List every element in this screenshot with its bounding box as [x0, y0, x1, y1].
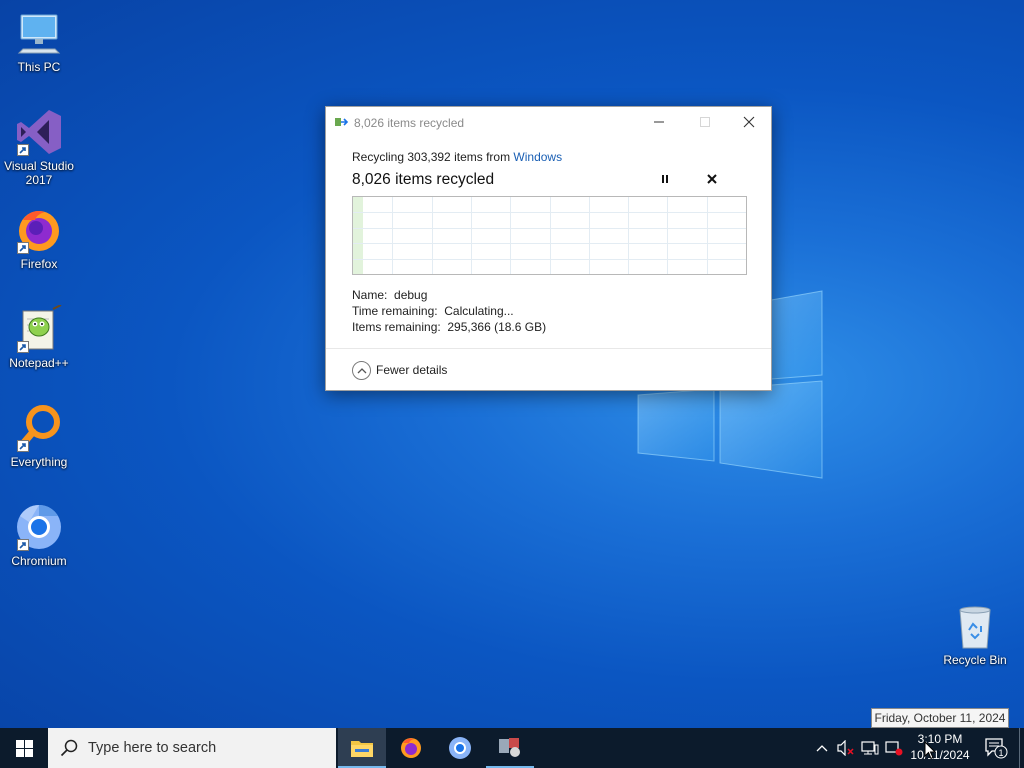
notification-count: 1 [998, 748, 1003, 758]
desktop-icon-firefox[interactable]: Firefox [1, 206, 77, 271]
firefox-icon [401, 738, 421, 758]
dialog-title: 8,026 items recycled [354, 116, 465, 130]
volume-muted-icon [837, 740, 854, 756]
show-desktop-button[interactable] [1019, 728, 1024, 768]
progress-graph [352, 196, 747, 275]
minimize-icon [654, 121, 664, 123]
recycle-progress-dialog: 8,026 items recycled Recycling 303,392 i… [325, 106, 772, 391]
recycling-summary: Recycling 303,392 items from Windows [352, 150, 746, 164]
windows-start-icon [15, 739, 33, 757]
firefox-icon [15, 206, 63, 254]
desktop-icon-label: Recycle Bin [943, 653, 1007, 667]
taskbar: Type here to search 3:10 PM 10/11/2024 1 [0, 728, 1024, 768]
search-box[interactable]: Type here to search [48, 728, 336, 768]
stop-icon [707, 174, 717, 184]
minimize-button[interactable] [636, 107, 682, 137]
date-tooltip: Friday, October 11, 2024 [871, 708, 1009, 728]
chromium-icon [449, 737, 471, 759]
name-row: Name: debug [352, 287, 546, 303]
taskbar-chromium[interactable] [436, 728, 484, 768]
file-explorer-icon [351, 741, 373, 757]
security-button[interactable] [884, 738, 904, 758]
desktop-icon-label: Firefox [20, 257, 58, 271]
desktop-icon-label: Visual Studio 2017 [4, 159, 74, 187]
recycle-bin-icon [951, 602, 999, 650]
items-remaining-value: 295,366 (18.6 GB) [447, 320, 547, 334]
time-remaining-row: Time remaining: Calculating... [352, 303, 546, 319]
desktop-icon-recycle-bin[interactable]: Recycle Bin [937, 602, 1013, 667]
taskbar-file-explorer[interactable] [338, 728, 386, 768]
time-remaining-value: Calculating... [444, 304, 514, 318]
shortcut-arrow-icon [17, 144, 29, 156]
items-remaining-label: Items remaining: [352, 320, 441, 334]
network-button[interactable] [860, 738, 880, 758]
close-button[interactable] [726, 107, 772, 137]
notification-icon: 1 [985, 738, 1008, 759]
desktop-icon-notepadpp[interactable]: Notepad++ [1, 304, 77, 370]
shortcut-arrow-icon [17, 440, 29, 452]
this-pc-icon [15, 9, 63, 57]
pause-icon [662, 175, 668, 183]
progress-details: Name: debug Time remaining: Calculating.… [352, 287, 546, 335]
stop-button[interactable] [703, 170, 721, 188]
maximize-icon [700, 117, 710, 127]
progress-status: 8,026 items recycled [352, 171, 495, 188]
show-hidden-icons-button[interactable] [812, 738, 832, 758]
name-label: Name: [352, 288, 388, 302]
taskbar-app[interactable] [486, 728, 534, 768]
shortcut-arrow-icon [17, 242, 29, 254]
name-value: debug [394, 288, 428, 302]
volume-button[interactable] [836, 738, 856, 758]
mouse-cursor-icon [924, 741, 936, 760]
desktop-icon-everything[interactable]: Everything [1, 404, 77, 469]
desktop-icon-label: Everything [10, 455, 68, 469]
source-location-link[interactable]: Windows [513, 150, 562, 164]
dialog-body: Recycling 303,392 items from Windows 8,0… [352, 150, 746, 189]
desktop-icon-visual-studio[interactable]: Visual Studio 2017 [1, 108, 77, 187]
shortcut-arrow-icon [17, 341, 29, 353]
progress-fill [353, 197, 363, 274]
desktop-icon-label: Notepad++ [9, 356, 69, 370]
taskbar-firefox[interactable] [387, 728, 435, 768]
progress-grid [353, 197, 746, 274]
maximize-button [682, 107, 728, 137]
clock-time: 3:10 PM [917, 732, 963, 746]
dialog-titlebar[interactable]: 8,026 items recycled [326, 107, 771, 137]
chromium-icon [15, 503, 63, 551]
desktop-icon-label: This PC [17, 60, 61, 74]
time-remaining-label: Time remaining: [352, 304, 438, 318]
security-alert-icon [885, 741, 903, 756]
desktop-icon-chromium[interactable]: Chromium [1, 503, 77, 568]
clock-date: 10/11/2024 [910, 748, 970, 762]
app-icon [499, 738, 520, 757]
chevron-up-icon [816, 745, 828, 752]
visual-studio-icon [15, 108, 63, 156]
recycle-progress-icon [335, 118, 349, 126]
dialog-divider [326, 348, 771, 349]
fewer-details-button[interactable]: Fewer details [352, 360, 447, 380]
pause-button[interactable] [656, 170, 674, 188]
start-button[interactable] [0, 728, 48, 768]
close-icon [743, 116, 755, 128]
desktop-icon-label: Chromium [11, 554, 67, 568]
fewer-details-label: Fewer details [376, 363, 448, 377]
notepadpp-icon [15, 304, 63, 353]
search-placeholder: Type here to search [88, 740, 217, 756]
chevron-up-icon [352, 360, 371, 380]
shortcut-arrow-icon [17, 539, 29, 551]
taskbar-clock[interactable]: 3:10 PM 10/11/2024 [905, 731, 975, 765]
action-center-button[interactable]: 1 [978, 728, 1014, 768]
network-icon [861, 741, 879, 755]
search-icon [60, 739, 78, 757]
everything-icon [15, 404, 63, 452]
items-remaining-row: Items remaining: 295,366 (18.6 GB) [352, 319, 546, 335]
recycling-summary-text: Recycling 303,392 items from [352, 150, 514, 164]
desktop-icon-this-pc[interactable]: This PC [1, 9, 77, 74]
